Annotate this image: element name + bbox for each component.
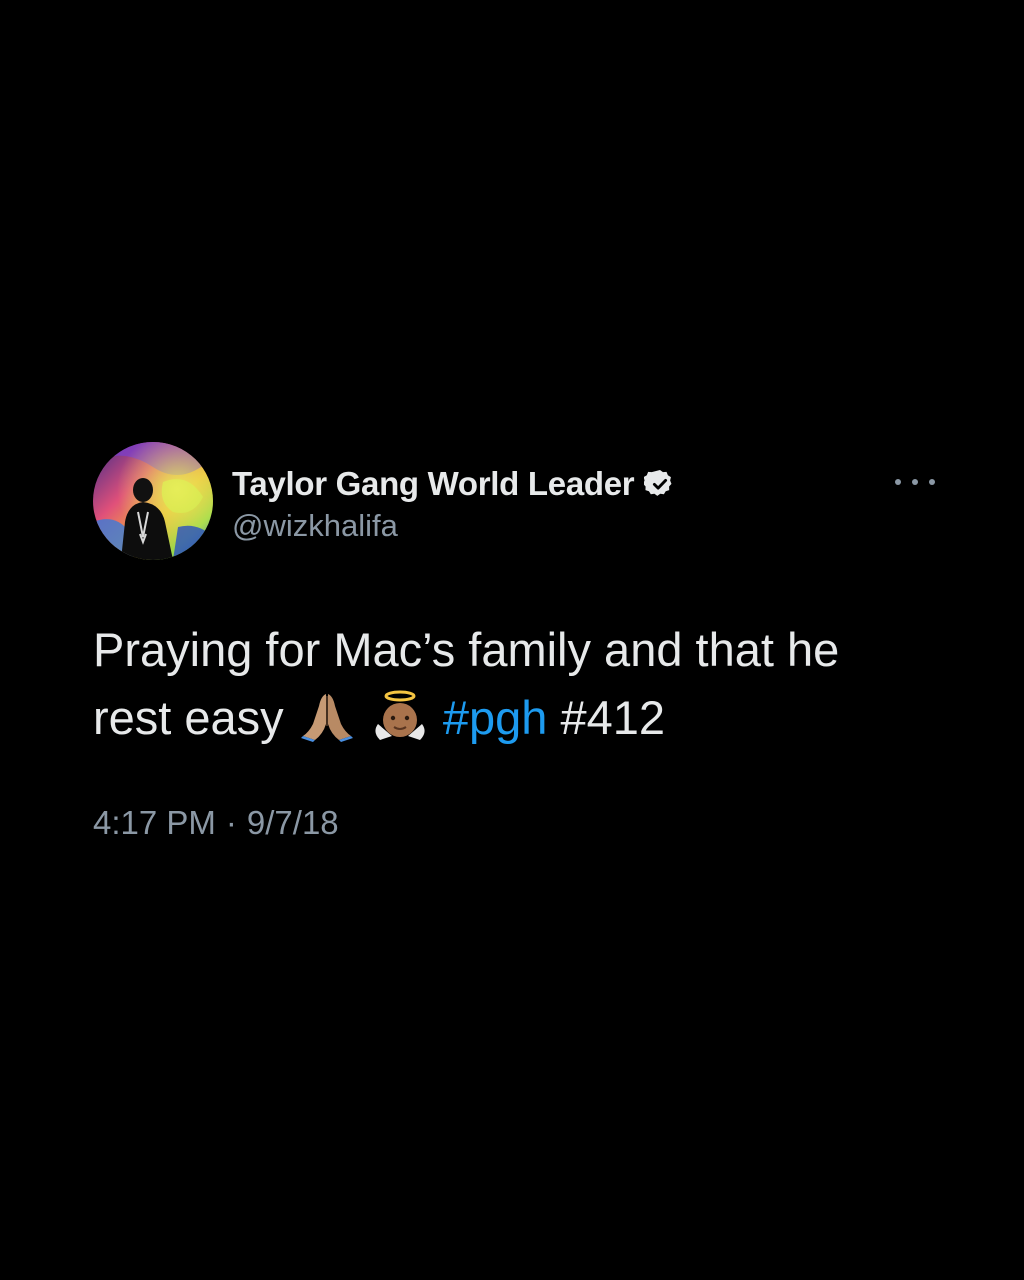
hashtag-link[interactable]: #pgh [443, 691, 548, 744]
more-dot [912, 479, 918, 485]
more-dot [895, 479, 901, 485]
tweet-time[interactable]: 4:17 PM [93, 804, 216, 841]
tweet-meta: 4:17 PM · 9/7/18 [93, 804, 933, 842]
display-name-row: Taylor Gang World Leader [232, 462, 676, 506]
folded-hands-emoji [299, 690, 355, 742]
more-options-icon[interactable] [895, 472, 935, 492]
more-dot [929, 479, 935, 485]
tweet-date[interactable]: 9/7/18 [247, 804, 339, 841]
verified-badge-icon [643, 468, 676, 500]
display-name[interactable]: Taylor Gang World Leader [232, 465, 635, 503]
tweet-text-line2: rest easy [93, 691, 284, 744]
tweet-text-line1: Praying for Mac’s family and that he [93, 623, 840, 676]
avatar[interactable] [93, 442, 213, 560]
hashtag-plain: #412 [560, 691, 666, 744]
handle[interactable]: @wizkhalifa [232, 508, 676, 544]
author-names: Taylor Gang World Leader @wizkhalifa [232, 462, 676, 544]
meta-separator: · [225, 804, 237, 841]
tweet-text: Praying for Mac’s family and that he res… [93, 616, 913, 752]
baby-angel-emoji [372, 690, 428, 742]
tweet-header: Taylor Gang World Leader @wizkhalifa [93, 442, 935, 560]
tweet-card: Taylor Gang World Leader @wizkhalifa Pra… [93, 442, 935, 842]
